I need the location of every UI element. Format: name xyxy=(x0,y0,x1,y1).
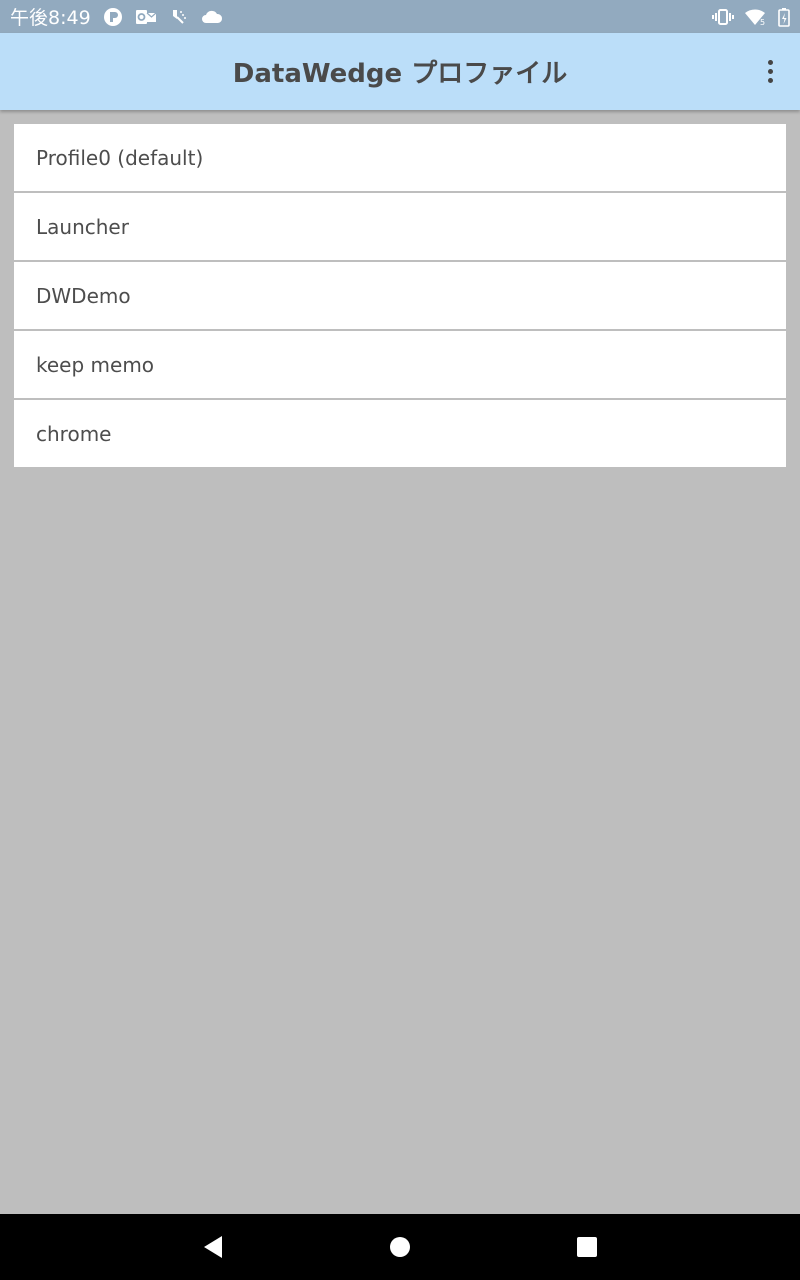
screen: 午後8:49 5 DataWedge プロファイル Profile0 (defa… xyxy=(0,0,800,1280)
profile-label: Profile0 (default) xyxy=(36,145,204,170)
status-time: 午後8:49 xyxy=(10,7,91,29)
profile-item-profile0[interactable]: Profile0 (default) xyxy=(14,124,786,191)
profile-label: Launcher xyxy=(36,214,129,239)
profile-list: Profile0 (default) Launcher DWDemo keep … xyxy=(14,124,786,469)
profile-item-keep-memo[interactable]: keep memo xyxy=(14,331,786,398)
home-icon[interactable] xyxy=(370,1217,430,1277)
menu-dot xyxy=(767,60,773,65)
profile-item-dwdemo[interactable]: DWDemo xyxy=(14,262,786,329)
status-right: 5 xyxy=(712,7,790,27)
scanner-icon xyxy=(169,7,189,27)
app-title: DataWedge プロファイル xyxy=(232,59,568,89)
app-icon xyxy=(103,7,123,27)
battery-charging-icon xyxy=(778,7,790,27)
navigation-bar xyxy=(0,1214,800,1280)
profile-item-launcher[interactable]: Launcher xyxy=(14,193,786,260)
wifi-icon: 5 xyxy=(744,8,768,26)
profile-item-chrome[interactable]: chrome xyxy=(14,400,786,467)
profile-label: chrome xyxy=(36,421,112,446)
overflow-menu-icon[interactable] xyxy=(756,52,784,92)
menu-dot xyxy=(767,78,773,83)
profile-label: keep memo xyxy=(36,352,155,377)
profile-label: DWDemo xyxy=(36,283,131,308)
status-bar: 午後8:49 5 xyxy=(0,0,800,33)
recents-icon[interactable] xyxy=(557,1217,617,1277)
vibrate-icon xyxy=(712,8,734,26)
menu-dot xyxy=(767,69,773,74)
back-icon[interactable] xyxy=(183,1217,243,1277)
status-left: 午後8:49 xyxy=(10,3,223,30)
svg-text:5: 5 xyxy=(760,18,765,26)
cloud-icon xyxy=(201,9,223,25)
app-bar: DataWedge プロファイル xyxy=(0,33,800,110)
outlook-icon xyxy=(135,8,157,26)
